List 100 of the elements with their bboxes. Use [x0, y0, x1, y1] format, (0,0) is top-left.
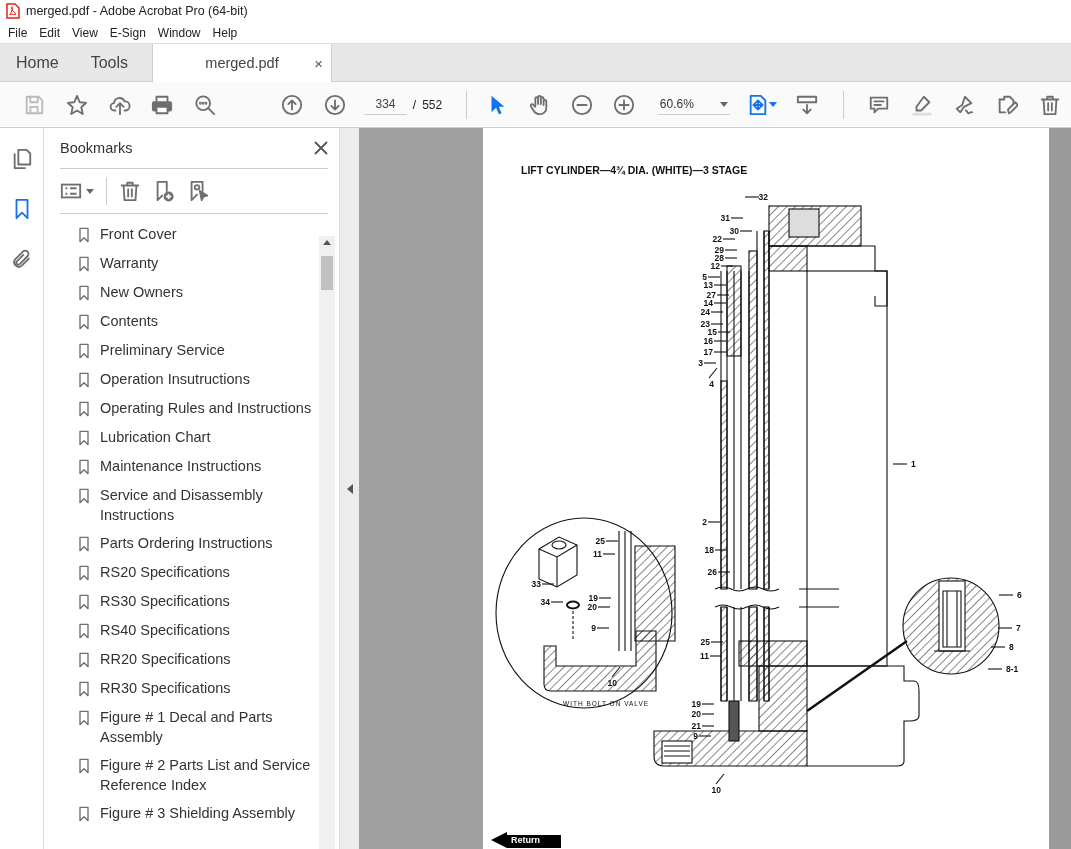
menu-item[interactable]: Help — [206, 25, 244, 40]
paperclip-icon[interactable] — [10, 248, 33, 270]
callout-number: 16 — [703, 336, 713, 346]
callout-number: 15 — [707, 327, 717, 337]
next-page-icon[interactable] — [323, 93, 346, 116]
nav-tab[interactable]: Home — [0, 44, 75, 81]
bookmark-item[interactable]: Lubrication Chart — [100, 427, 211, 447]
page-heading: LIFT CYLINDER—4¾ DIA. (WHITE)—3 STAGE — [520, 163, 749, 176]
bookmark-item[interactable]: Figure # 1 Decal and Parts Assembly — [100, 707, 318, 747]
callout-number: 2 — [702, 517, 707, 527]
bookmark-item[interactable]: Operation Insutructions — [100, 369, 250, 389]
callout-number: 25 — [595, 536, 605, 546]
bookmark-icon — [76, 457, 92, 477]
callout-number: 31 — [720, 213, 730, 223]
bookmark-icon — [76, 283, 92, 303]
bookmark-icon — [76, 708, 92, 728]
collapse-arrow-icon[interactable] — [346, 484, 353, 494]
bookmark-item[interactable]: Service and Disassembly Instructions — [100, 485, 318, 525]
page-count: 552 — [422, 97, 443, 112]
callout-number: 6 — [1017, 590, 1022, 600]
callout-number: 32 — [758, 192, 768, 202]
caret-icon[interactable] — [768, 101, 777, 108]
panel-title: Bookmarks — [60, 140, 133, 156]
bookmark-icon — [76, 486, 92, 506]
callout-number: 26 — [707, 567, 717, 577]
callout-number: 8 — [1009, 642, 1014, 652]
bookmark-item[interactable]: RS30 Specifications — [100, 591, 230, 611]
callout-number: 20 — [691, 709, 701, 719]
menu-item[interactable]: Edit — [33, 25, 67, 40]
close-icon[interactable] — [314, 141, 328, 155]
callout-number: 24 — [700, 307, 710, 317]
callout-number: 23 — [700, 319, 710, 329]
close-tab-button[interactable]: × — [314, 54, 323, 72]
menu-item[interactable]: View — [66, 25, 104, 40]
callout-number: 11 — [593, 549, 602, 559]
edit-document-icon[interactable] — [996, 93, 1019, 116]
bookmark-item[interactable]: Figure # 3 Shielding Assembly — [100, 803, 296, 823]
bookmark-item[interactable]: RS20 Specifications — [100, 562, 230, 582]
bookmark-item[interactable]: Warranty — [100, 253, 159, 273]
bookmark-item[interactable]: Parts Ordering Instructions — [100, 533, 273, 553]
scroll-mode-icon[interactable] — [796, 93, 819, 116]
star-icon[interactable] — [66, 93, 88, 116]
callout-number: 9 — [693, 731, 698, 741]
bookmark-item[interactable]: RR20 Specifications — [100, 649, 231, 669]
callout-number: 19 — [588, 593, 598, 603]
page-number-field[interactable]: 334 — [364, 94, 407, 115]
highlighter-icon[interactable] — [910, 93, 933, 116]
print-icon[interactable] — [151, 93, 174, 116]
callout-number: 14 — [703, 298, 713, 308]
nav-tab[interactable]: Tools — [74, 44, 145, 81]
bookmark-icon — [76, 621, 92, 641]
bookmark-icon — [76, 679, 92, 699]
bookmark-icon — [76, 341, 92, 361]
callout-number: 10 — [607, 678, 617, 688]
trash-icon[interactable] — [1038, 93, 1061, 116]
bookmark-icon — [76, 756, 92, 776]
bookmark-item[interactable]: Front Cover — [100, 224, 177, 244]
callout-number: 34 — [540, 597, 550, 607]
return-button[interactable]: Return — [491, 832, 561, 848]
bookmark-icon — [76, 254, 92, 274]
zoom-dropdown[interactable]: 60.6% — [657, 94, 730, 115]
bookmark-item[interactable]: RR30 Specifications — [100, 678, 231, 698]
trash-icon[interactable] — [119, 180, 141, 202]
bookmark-item[interactable]: Operating Rules and Instructions — [100, 398, 312, 418]
callout-number: 25 — [700, 637, 710, 647]
callout-number: 13 — [703, 280, 713, 290]
callout-number: 33 — [531, 579, 541, 589]
bookmark-icon — [76, 804, 92, 824]
callout-number: 21 — [691, 721, 701, 731]
bookmark-icon — [76, 650, 92, 670]
menu-item[interactable]: E-Sign — [103, 25, 152, 40]
callout-number: 20 — [587, 602, 597, 612]
bookmark-icon — [76, 534, 92, 554]
bookmark-item[interactable]: Maintenance Instructions — [100, 456, 262, 476]
callout-number: 12 — [710, 261, 720, 271]
bookmark-icon — [76, 370, 92, 390]
bookmark-item[interactable]: RS40 Specifications — [100, 620, 230, 640]
callout-number: 7 — [1016, 623, 1021, 633]
callout-number: 27 — [706, 290, 716, 300]
bookmark-item[interactable]: Preliminary Service — [100, 340, 225, 360]
zoom-out-icon[interactable] — [570, 93, 593, 116]
menu-item[interactable]: Window — [151, 25, 207, 40]
pdf-file-icon — [6, 3, 20, 19]
bookmark-item[interactable]: Figure # 2 Parts List and Service Reference Index — [100, 755, 318, 795]
document-tab[interactable]: merged.pdf × — [152, 44, 332, 82]
page-separator: / — [412, 97, 417, 112]
previous-page-icon[interactable] — [281, 93, 304, 116]
bookmark-icon — [76, 563, 92, 583]
callout-number: 8-1 — [1006, 664, 1019, 674]
bookmark-item[interactable]: New Owners — [100, 282, 183, 302]
pen-nib-icon[interactable] — [953, 93, 976, 116]
callout-number: 22 — [712, 234, 722, 244]
callout-number: 4 — [709, 379, 714, 389]
zoom-in-icon[interactable] — [613, 93, 636, 116]
scrollbar[interactable] — [319, 236, 335, 849]
bookmark-item[interactable]: Contents — [100, 311, 159, 331]
search-icon[interactable] — [193, 93, 216, 116]
callout-number: 9 — [591, 623, 596, 633]
menu-item[interactable]: File — [2, 25, 34, 40]
bookmark-icon — [76, 428, 92, 448]
